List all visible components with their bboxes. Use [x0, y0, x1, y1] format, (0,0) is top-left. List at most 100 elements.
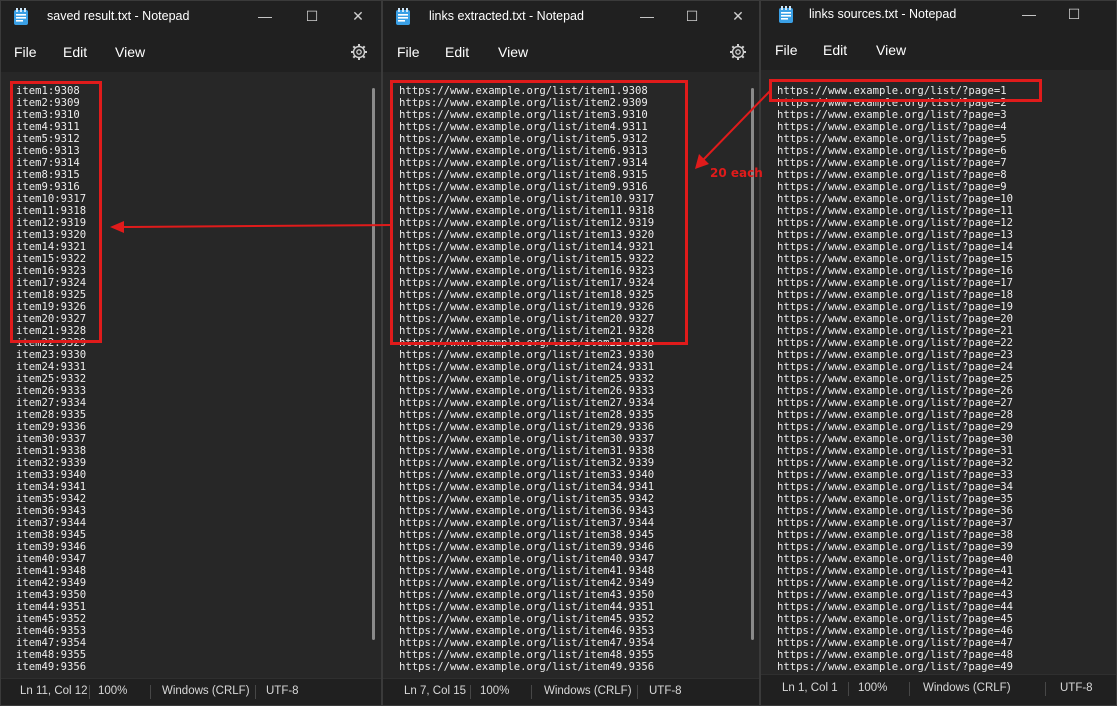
- encoding: UTF-8: [1060, 682, 1093, 694]
- text-line: https://www.example.org/list/?page=28: [777, 409, 1013, 421]
- maximize-icon[interactable]: ☐: [1065, 5, 1083, 23]
- text-line: item21:9328: [16, 325, 87, 337]
- text-line: https://www.example.org/list/?page=41: [777, 565, 1013, 577]
- menu-file[interactable]: File: [397, 44, 420, 60]
- menu-view[interactable]: View: [876, 42, 906, 58]
- text-line: https://www.example.org/list/item15.9322: [399, 253, 655, 265]
- vertical-scrollbar[interactable]: [372, 88, 375, 640]
- zoom-level: 100%: [858, 682, 888, 694]
- status-divider: [255, 685, 256, 699]
- text-editor[interactable]: https://www.example.org/list/?page=1 http…: [761, 70, 1116, 705]
- status-divider: [150, 685, 151, 699]
- encoding: UTF-8: [649, 685, 682, 697]
- text-line: https://www.example.org/list/item10.9317: [399, 193, 655, 205]
- text-line: https://www.example.org/list/item7.9314: [399, 157, 648, 169]
- text-line: https://www.example.org/list/item5.9312: [399, 133, 648, 145]
- text-line: item35:9342: [16, 493, 87, 505]
- text-line: https://www.example.org/list/?page=6: [777, 145, 1007, 157]
- text-line: item19:9326: [16, 301, 87, 313]
- notepad-icon: [14, 8, 28, 25]
- close-icon[interactable]: ✕: [729, 7, 747, 25]
- text-line: https://www.example.org/list/item44.9351: [399, 601, 655, 613]
- text-line: https://www.example.org/list/item14.9321: [399, 241, 655, 253]
- menu-file[interactable]: File: [775, 42, 798, 58]
- text-line: item25:9332: [16, 373, 87, 385]
- notepad-window-links-extracted[interactable]: links extracted.txt - Notepad — ☐ ✕ File…: [382, 0, 760, 706]
- status-bar: Ln 1, Col 1 100% Windows (CRLF) UTF-8: [761, 674, 1116, 705]
- text-line: https://www.example.org/list/item20.9327: [399, 313, 655, 325]
- text-editor[interactable]: https://www.example.org/list/item1.9308 h…: [383, 72, 759, 705]
- text-line: https://www.example.org/list/?page=9: [777, 181, 1007, 193]
- text-line: item27:9334: [16, 397, 87, 409]
- title-bar[interactable]: links extracted.txt - Notepad — ☐ ✕: [383, 1, 759, 33]
- maximize-icon[interactable]: ☐: [303, 7, 321, 25]
- text-line: item12:9319: [16, 217, 87, 229]
- text-line: https://www.example.org/list/item24.9331: [399, 361, 655, 373]
- text-line: https://www.example.org/list/item35.9342: [399, 493, 655, 505]
- close-icon[interactable]: ✕: [349, 7, 367, 25]
- menu-bar: File Edit View: [761, 33, 1116, 69]
- maximize-icon[interactable]: ☐: [683, 7, 701, 25]
- text-line: https://www.example.org/list/item39.9346: [399, 541, 655, 553]
- text-line: item44:9351: [16, 601, 87, 613]
- text-line: https://www.example.org/list/?page=12: [777, 217, 1013, 229]
- text-line: item28:9335: [16, 409, 87, 421]
- text-line: https://www.example.org/list/?page=8: [777, 169, 1007, 181]
- cursor-position: Ln 1, Col 1: [782, 682, 838, 694]
- editor-lines: https://www.example.org/list/item1.9308 h…: [399, 85, 654, 673]
- text-line: item7:9314: [16, 157, 80, 169]
- text-line: https://www.example.org/list/?page=26: [777, 385, 1013, 397]
- minimize-icon[interactable]: —: [638, 7, 656, 25]
- text-line: https://www.example.org/list/?page=35: [777, 493, 1013, 505]
- text-line: item26:9333: [16, 385, 87, 397]
- menu-file[interactable]: File: [14, 44, 37, 60]
- text-line: https://www.example.org/list/?page=13: [777, 229, 1013, 241]
- text-line: item18:9325: [16, 289, 87, 301]
- text-editor[interactable]: item1:9308 item2:9309 item3:9310 item4:9311…: [1, 72, 381, 705]
- menu-edit[interactable]: Edit: [63, 44, 87, 60]
- text-line: https://www.example.org/list/?page=43: [777, 589, 1013, 601]
- text-line: https://www.example.org/list/item19.9326: [399, 301, 655, 313]
- text-line: https://www.example.org/list/?page=24: [777, 361, 1013, 373]
- text-line: https://www.example.org/list/item29.9336: [399, 421, 655, 433]
- text-line: https://www.example.org/list/?page=34: [777, 481, 1013, 493]
- cursor-position: Ln 7, Col 15: [404, 685, 467, 697]
- text-line: https://www.example.org/list/item8.9315: [399, 169, 648, 181]
- text-line: https://www.example.org/list/?page=30: [777, 433, 1013, 445]
- text-line: https://www.example.org/list/item47.9354: [399, 637, 655, 649]
- text-line: https://www.example.org/list/?page=49: [777, 661, 1013, 673]
- gear-icon[interactable]: [350, 43, 368, 61]
- text-line: https://www.example.org/list/?page=45: [777, 613, 1013, 625]
- title-bar[interactable]: saved result.txt - Notepad — ☐ ✕: [1, 1, 381, 33]
- menu-view[interactable]: View: [498, 44, 528, 60]
- zoom-level: 100%: [480, 685, 510, 697]
- text-line: https://www.example.org/list/item26.9333: [399, 385, 655, 397]
- text-line: item41:9348: [16, 565, 87, 577]
- gear-icon[interactable]: [729, 43, 747, 61]
- text-line: https://www.example.org/list/?page=40: [777, 553, 1013, 565]
- minimize-icon[interactable]: —: [1020, 5, 1038, 23]
- text-line: https://www.example.org/list/?page=39: [777, 541, 1013, 553]
- text-line: https://www.example.org/list/?page=3: [777, 109, 1007, 121]
- notepad-window-links-sources[interactable]: links sources.txt - Notepad — ☐ File Edi…: [760, 0, 1117, 706]
- notepad-window-saved-result[interactable]: saved result.txt - Notepad — ☐ ✕ File Ed…: [0, 0, 382, 706]
- text-line: https://www.example.org/list/?page=27: [777, 397, 1013, 409]
- menu-edit[interactable]: Edit: [823, 42, 847, 58]
- text-line: https://www.example.org/list/item30.9337: [399, 433, 655, 445]
- text-line: https://www.example.org/list/item32.9339: [399, 457, 655, 469]
- text-line: https://www.example.org/list/item27.9334: [399, 397, 655, 409]
- menu-edit[interactable]: Edit: [445, 44, 469, 60]
- text-line: https://www.example.org/list/?page=23: [777, 349, 1013, 361]
- window-title: links sources.txt - Notepad: [809, 7, 957, 21]
- minimize-icon[interactable]: —: [256, 7, 274, 25]
- status-divider: [848, 682, 849, 696]
- menu-bar: File Edit View: [1, 35, 381, 71]
- text-line: https://www.example.org/list/?page=44: [777, 601, 1013, 613]
- text-line: https://www.example.org/list/item34.9341: [399, 481, 655, 493]
- text-line: https://www.example.org/list/?page=10: [777, 193, 1013, 205]
- text-line: https://www.example.org/list/item38.9345: [399, 529, 655, 541]
- status-divider: [1045, 682, 1046, 696]
- text-line: item13:9320: [16, 229, 87, 241]
- title-bar[interactable]: links sources.txt - Notepad — ☐: [761, 1, 1116, 33]
- menu-view[interactable]: View: [115, 44, 145, 60]
